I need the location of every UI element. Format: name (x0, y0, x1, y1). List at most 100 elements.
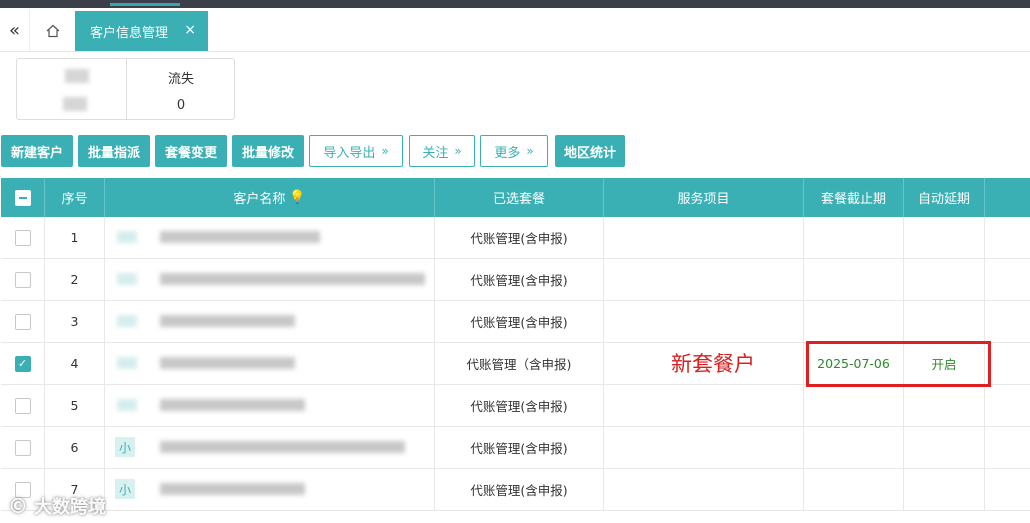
stats-churn-block[interactable]: 流失 0 (127, 59, 235, 119)
row-service-items (604, 301, 804, 342)
top-window-bar (0, 0, 1030, 8)
tab-bar: « 客户信息管理 × (0, 10, 1030, 52)
row-auto-extend (904, 427, 985, 468)
row-service-items (604, 469, 804, 510)
row-checkbox[interactable] (14, 397, 31, 414)
more-label: 更多 (494, 145, 521, 161)
col-seq-header: 序号 (45, 178, 105, 217)
region-stats-button[interactable]: 地区统计 (555, 135, 625, 167)
row-seq: 4 (45, 343, 105, 384)
batch-assign-button[interactable]: 批量指派 (78, 135, 150, 167)
row-seq: 1 (45, 217, 105, 258)
select-all-checkbox[interactable] (14, 189, 31, 206)
more-button[interactable]: 更多 » (480, 135, 548, 167)
plan-change-button[interactable]: 套餐变更 (155, 135, 227, 167)
watermark: © 大数跨境 (8, 493, 106, 519)
row-seq: 2 (45, 259, 105, 300)
row-plan-deadline (804, 301, 904, 342)
blurred-customer-name (160, 441, 405, 453)
top-accent-line (110, 3, 180, 6)
row-selected-plan: 代账管理（含申报) (435, 343, 604, 384)
table-row[interactable]: 5 代账管理(含申报) (1, 385, 1030, 427)
chevron-right-icon: » (381, 144, 389, 158)
col-plan-deadline-header: 套餐截止期 (804, 178, 904, 217)
table-row[interactable]: 6 小 代账管理(含申报) (1, 427, 1030, 469)
row-customer-name[interactable] (105, 259, 435, 300)
customer-tag-badge: 小 (115, 479, 135, 499)
col-auto-extend-header: 自动延期 (904, 178, 985, 217)
row-customer-name[interactable]: 小 (105, 469, 435, 510)
stats-churn-label: 流失 (167, 72, 194, 87)
row-seq: 3 (45, 301, 105, 342)
row-extra (985, 385, 1030, 426)
tab-close-icon[interactable]: × (184, 22, 196, 38)
home-icon[interactable] (32, 10, 74, 51)
lightbulb-icon[interactable]: 💡 (289, 190, 305, 205)
blurred-customer-name (160, 231, 320, 243)
collapse-sidebar-icon[interactable]: « (0, 10, 30, 51)
row-service-items (604, 385, 804, 426)
row-checkbox-cell[interactable] (1, 427, 45, 468)
row-checkbox[interactable] (14, 271, 31, 288)
batch-edit-button[interactable]: 批量修改 (232, 135, 304, 167)
blurred-tag (117, 231, 137, 243)
row-auto-extend (904, 217, 985, 258)
row-customer-name[interactable] (105, 217, 435, 258)
blurred-tag (117, 357, 137, 369)
row-selected-plan: 代账管理(含申报) (435, 427, 604, 468)
col-customer-name-header[interactable]: 客户名称 💡 (105, 178, 435, 217)
follow-label: 关注 (422, 145, 449, 161)
row-checkbox-cell[interactable]: ✓ (1, 343, 45, 384)
row-service-items (604, 217, 804, 258)
blurred-customer-name (160, 399, 305, 411)
table-row[interactable]: 2 代账管理(含申报) (1, 259, 1030, 301)
row-checkbox-cell[interactable] (1, 301, 45, 342)
watermark-logo-icon: © (8, 494, 28, 518)
blurred-label (65, 69, 89, 83)
row-auto-extend (904, 259, 985, 300)
blurred-value (63, 97, 87, 111)
row-plan-deadline (804, 217, 904, 258)
row-selected-plan: 代账管理(含申报) (435, 217, 604, 258)
col-service-items-header: 服务项目 (604, 178, 804, 217)
row-customer-name[interactable] (105, 343, 435, 384)
row-customer-name[interactable] (105, 385, 435, 426)
stats-card: 流失 0 (16, 58, 235, 120)
row-checkbox[interactable] (14, 229, 31, 246)
chevron-right-icon: » (454, 144, 462, 158)
follow-button[interactable]: 关注 » (409, 135, 475, 167)
row-checkbox-cell[interactable] (1, 259, 45, 300)
blurred-tag (117, 273, 137, 285)
blurred-customer-name (160, 273, 425, 285)
row-plan-deadline (804, 427, 904, 468)
table-row[interactable]: 1 代账管理(含申报) (1, 217, 1030, 259)
tab-customer-info[interactable]: 客户信息管理 × (75, 11, 208, 51)
row-checkbox[interactable] (14, 439, 31, 456)
table-row[interactable]: 3 代账管理(含申报) (1, 301, 1030, 343)
row-seq: 6 (45, 427, 105, 468)
row-plan-deadline (804, 469, 904, 510)
row-checkbox-cell[interactable] (1, 385, 45, 426)
blurred-customer-name (160, 357, 295, 369)
blurred-customer-name (160, 483, 305, 495)
import-export-button[interactable]: 导入导出 » (309, 135, 403, 167)
row-checkbox[interactable] (14, 313, 31, 330)
row-customer-name[interactable]: 小 (105, 427, 435, 468)
row-service-items (604, 259, 804, 300)
row-plan-deadline (804, 259, 904, 300)
row-customer-name[interactable] (105, 301, 435, 342)
select-all-cell[interactable] (1, 178, 45, 217)
blurred-tag (117, 399, 137, 411)
row-auto-extend (904, 301, 985, 342)
row-extra (985, 217, 1030, 258)
highlight-box (806, 341, 991, 387)
row-checkbox[interactable]: ✓ (14, 355, 31, 372)
row-checkbox-cell[interactable] (1, 217, 45, 258)
stats-churn-value: 0 (176, 98, 186, 113)
new-customer-button[interactable]: 新建客户 (1, 135, 73, 167)
col-customer-name-label: 客户名称 (233, 192, 286, 207)
col-selected-plan-header: 已选套餐 (435, 178, 604, 217)
import-export-label: 导入导出 (323, 145, 376, 161)
row-auto-extend (904, 469, 985, 510)
table-row[interactable]: 7 小代账管理(含申报) (1, 469, 1030, 511)
